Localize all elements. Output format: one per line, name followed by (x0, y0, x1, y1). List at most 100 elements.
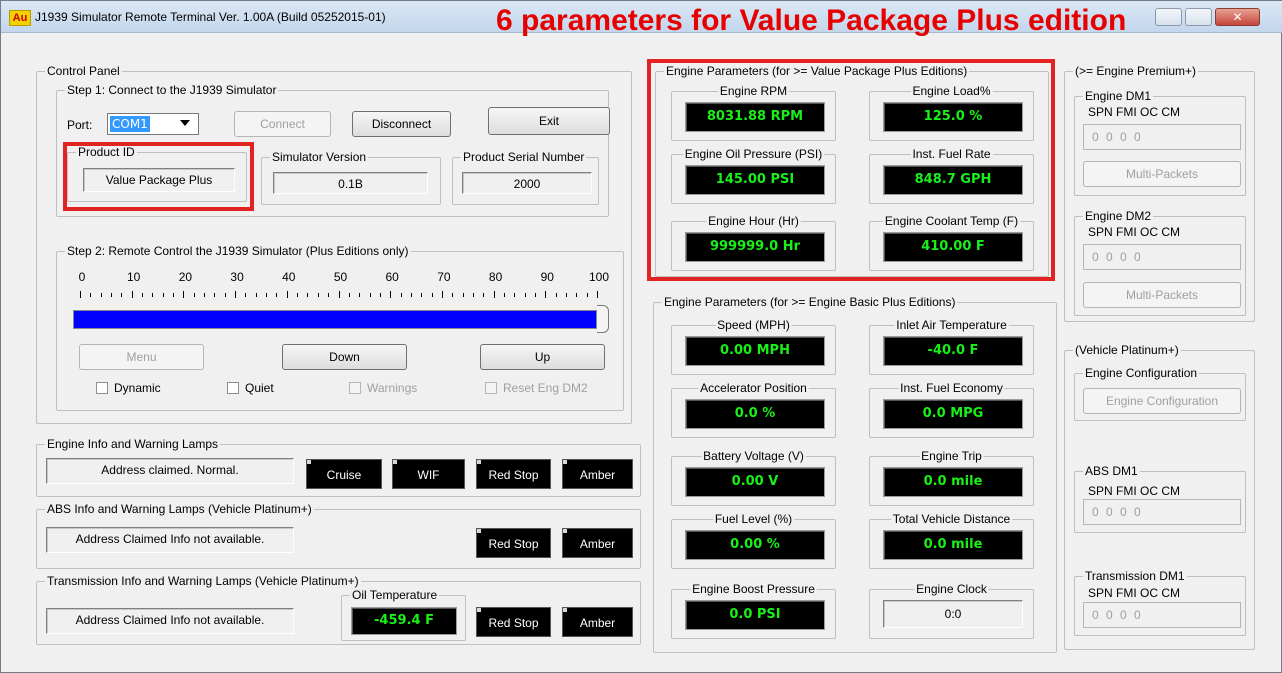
slider-scale-label: 10 (127, 270, 141, 284)
serial-number-title: Product Serial Number (461, 150, 587, 164)
ebp-param-value: 0.00 MPH (685, 336, 825, 366)
ebp-param-value: 0.0 mile (883, 467, 1023, 497)
engine-dm2-header: SPN FMI OC CM (1088, 225, 1180, 239)
slider-tick (173, 293, 175, 297)
slider-scale-label: 20 (178, 270, 193, 284)
sim-version-title: Simulator Version (270, 150, 369, 164)
slider-tick (142, 293, 144, 297)
ebp-params-title: Engine Parameters (for >= Engine Basic P… (662, 295, 958, 309)
transmission-amber-lamp: Amber (562, 607, 633, 637)
ebp-param-label: Accelerator Position (698, 381, 809, 395)
ebp-param-cell: Engine Boost Pressure 0.0 PSI (671, 582, 836, 639)
oil-temperature-title: Oil Temperature (350, 588, 440, 602)
engine-amber-lamp: Amber (562, 459, 633, 489)
warnings-label: Warnings (367, 381, 418, 395)
engine-dm1-multi-packets-button[interactable]: Multi-Packets (1083, 161, 1241, 187)
slider-tick (276, 293, 278, 297)
slider-tick (297, 293, 299, 297)
engine-slider-thumb[interactable] (597, 305, 609, 333)
slider-tick (338, 291, 340, 298)
quiet-checkbox[interactable] (227, 382, 239, 394)
slider-tick (514, 293, 516, 297)
abs-amber-lamp: Amber (562, 528, 633, 558)
engine-slider-track[interactable] (73, 310, 597, 329)
engine-dm2-multi-packets-button[interactable]: Multi-Packets (1083, 282, 1241, 308)
down-button[interactable]: Down (282, 344, 407, 370)
slider-tick (348, 293, 350, 297)
slider-scale-label: 80 (488, 270, 503, 284)
transmission-dm1-title: Transmission DM1 (1083, 569, 1187, 583)
ebp-param-value: 0.0 mile (883, 530, 1023, 560)
up-button[interactable]: Up (480, 344, 605, 370)
cruise-lamp: Cruise (306, 459, 382, 489)
ebp-param-cell: Fuel Level (%) 0.00 % (671, 512, 836, 569)
slider-scale-label: 70 (437, 270, 451, 284)
slider-tick (441, 291, 443, 298)
port-select-value: COM1 (110, 116, 150, 132)
sim-version-value: 0.1B (273, 172, 428, 194)
ebp-param-label: Total Vehicle Distance (890, 512, 1013, 526)
menu-button[interactable]: Menu (79, 344, 204, 370)
annotation-text: 6 parameters for Value Package Plus edit… (496, 4, 1127, 37)
slider-tick (328, 293, 330, 297)
slider-tick (266, 293, 268, 297)
ebp-param-value: 0:0 (883, 600, 1023, 628)
slider-tick (162, 293, 164, 297)
transmission-red-stop-lamp: Red Stop (476, 607, 551, 637)
ebp-param-cell: Inlet Air Temperature -40.0 F (869, 318, 1034, 375)
slider-tick (80, 291, 81, 298)
engine-slider-fill (74, 311, 596, 328)
abs-red-stop-lamp: Red Stop (476, 528, 551, 558)
slider-scale-label: 50 (333, 270, 348, 284)
slider-tick (183, 291, 185, 298)
ebp-param-cell: Engine Clock 0:0 (869, 582, 1034, 639)
slider-tick (90, 293, 92, 297)
engine-configuration-button[interactable]: Engine Configuration (1083, 388, 1241, 414)
minimize-button[interactable] (1155, 8, 1182, 26)
slider-tick (493, 291, 495, 298)
engine-info-title: Engine Info and Warning Lamps (45, 437, 220, 451)
ebp-param-cell: Total Vehicle Distance 0.0 mile (869, 512, 1034, 569)
reset-eng-dm2-label: Reset Eng DM2 (503, 381, 588, 395)
engine-dm2-title: Engine DM2 (1083, 209, 1154, 223)
slider-tick (452, 293, 454, 297)
maximize-button[interactable] (1185, 8, 1212, 26)
app-window: Au J1939 Simulator Remote Terminal Ver. … (0, 0, 1282, 673)
slider-tick (597, 291, 598, 298)
slider-tick (100, 293, 102, 297)
transmission-dm1-header: SPN FMI OC CM (1088, 586, 1180, 600)
abs-status: Address Claimed Info not available. (46, 527, 294, 553)
ebp-param-value: 0.0 % (685, 399, 825, 429)
slider-scale-label: 30 (230, 270, 244, 284)
ebp-param-label: Engine Clock (914, 582, 989, 596)
connect-button[interactable]: Connect (234, 111, 331, 137)
window-title: J1939 Simulator Remote Terminal Ver. 1.0… (35, 10, 386, 24)
abs-dm1-title: ABS DM1 (1083, 464, 1140, 478)
slider-tick (255, 293, 257, 297)
dynamic-checkbox[interactable] (96, 382, 108, 394)
ebp-param-label: Battery Voltage (V) (701, 449, 806, 463)
wif-lamp: WIF (392, 459, 465, 489)
close-icon: ✕ (1232, 10, 1243, 24)
app-icon: Au (9, 10, 31, 26)
warnings-checkbox[interactable] (349, 382, 361, 394)
transmission-dm1-values: 0 0 0 0 (1083, 602, 1241, 628)
slider-scale-label: 100 (589, 270, 610, 284)
exit-button[interactable]: Exit (488, 107, 610, 135)
slider-tick (576, 293, 578, 297)
slider-tick (410, 293, 412, 297)
reset-eng-dm2-checkbox[interactable] (485, 382, 497, 394)
ebp-param-cell: Inst. Fuel Economy 0.0 MPG (869, 381, 1034, 438)
disconnect-button[interactable]: Disconnect (352, 111, 451, 137)
abs-dm1-header: SPN FMI OC CM (1088, 484, 1180, 498)
engine-status: Address claimed. Normal. (46, 458, 294, 484)
slider-tick (390, 291, 392, 298)
ebp-param-label: Fuel Level (%) (712, 512, 795, 526)
ebp-param-label: Inlet Air Temperature (894, 318, 1009, 332)
engine-config-title: Engine Configuration (1083, 366, 1200, 380)
close-button[interactable]: ✕ (1215, 8, 1260, 26)
slider-tick (131, 291, 133, 298)
ebp-param-cell: Battery Voltage (V) 0.00 V (671, 449, 836, 506)
port-select[interactable]: COM1 (107, 113, 199, 135)
slider-tick (586, 293, 588, 297)
